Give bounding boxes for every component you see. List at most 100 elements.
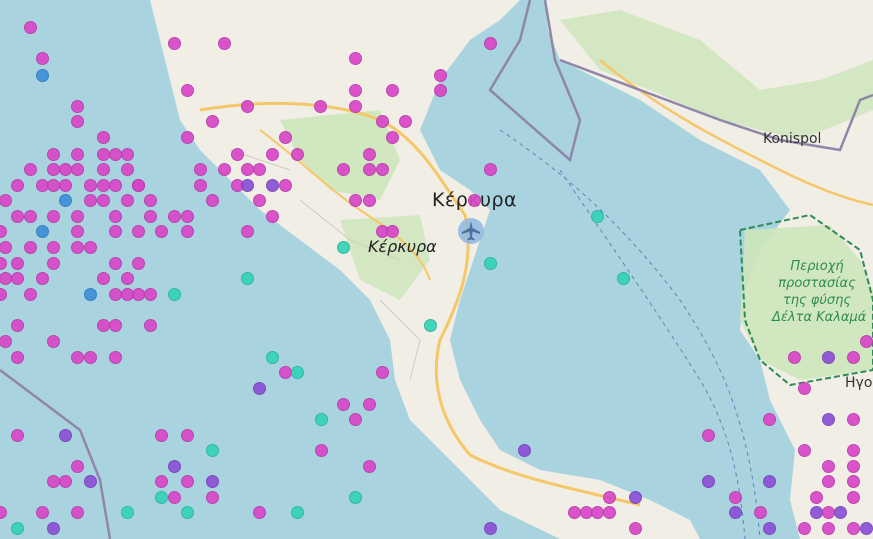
vessel-marker[interactable]	[253, 506, 266, 519]
vessel-marker[interactable]	[181, 429, 194, 442]
vessel-marker[interactable]	[206, 194, 219, 207]
vessel-marker[interactable]	[36, 225, 49, 238]
vessel-marker[interactable]	[11, 272, 24, 285]
vessel-marker[interactable]	[36, 506, 49, 519]
vessel-marker[interactable]	[24, 210, 37, 223]
vessel-marker[interactable]	[847, 460, 860, 473]
vessel-marker[interactable]	[349, 491, 362, 504]
vessel-marker[interactable]	[194, 163, 207, 176]
vessel-marker[interactable]	[11, 351, 24, 364]
vessel-marker[interactable]	[231, 148, 244, 161]
vessel-marker[interactable]	[363, 148, 376, 161]
vessel-marker[interactable]	[84, 288, 97, 301]
vessel-marker[interactable]	[822, 460, 835, 473]
vessel-marker[interactable]	[59, 429, 72, 442]
vessel-marker[interactable]	[71, 100, 84, 113]
vessel-marker[interactable]	[337, 398, 350, 411]
vessel-marker[interactable]	[132, 225, 145, 238]
vessel-marker[interactable]	[155, 491, 168, 504]
vessel-marker[interactable]	[847, 491, 860, 504]
vessel-marker[interactable]	[84, 179, 97, 192]
vessel-marker[interactable]	[84, 351, 97, 364]
vessel-marker[interactable]	[59, 179, 72, 192]
vessel-marker[interactable]	[168, 288, 181, 301]
vessel-marker[interactable]	[349, 84, 362, 97]
vessel-marker[interactable]	[315, 413, 328, 426]
vessel-marker[interactable]	[434, 84, 447, 97]
vessel-marker[interactable]	[181, 210, 194, 223]
vessel-marker[interactable]	[47, 335, 60, 348]
vessel-marker[interactable]	[121, 272, 134, 285]
vessel-marker[interactable]	[363, 398, 376, 411]
vessel-marker[interactable]	[386, 131, 399, 144]
vessel-marker[interactable]	[36, 69, 49, 82]
vessel-marker[interactable]	[84, 194, 97, 207]
vessel-marker[interactable]	[386, 84, 399, 97]
vessel-marker[interactable]	[109, 257, 122, 270]
vessel-marker[interactable]	[291, 366, 304, 379]
vessel-marker[interactable]	[97, 272, 110, 285]
vessel-marker[interactable]	[155, 429, 168, 442]
vessel-marker[interactable]	[181, 506, 194, 519]
vessel-marker[interactable]	[132, 179, 145, 192]
vessel-marker[interactable]	[702, 429, 715, 442]
vessel-marker[interactable]	[484, 37, 497, 50]
vessel-marker[interactable]	[11, 257, 24, 270]
vessel-marker[interactable]	[349, 100, 362, 113]
vessel-marker[interactable]	[822, 413, 835, 426]
vessel-marker[interactable]	[253, 163, 266, 176]
vessel-marker[interactable]	[798, 522, 811, 535]
vessel-marker[interactable]	[71, 163, 84, 176]
vessel-marker[interactable]	[822, 522, 835, 535]
vessel-marker[interactable]	[484, 163, 497, 176]
vessel-marker[interactable]	[241, 272, 254, 285]
vessel-marker[interactable]	[218, 37, 231, 50]
vessel-marker[interactable]	[376, 366, 389, 379]
vessel-marker[interactable]	[144, 194, 157, 207]
vessel-marker[interactable]	[168, 460, 181, 473]
vessel-marker[interactable]	[36, 272, 49, 285]
vessel-marker[interactable]	[109, 225, 122, 238]
vessel-marker[interactable]	[97, 131, 110, 144]
vessel-marker[interactable]	[763, 413, 776, 426]
vessel-marker[interactable]	[847, 475, 860, 488]
vessel-marker[interactable]	[24, 241, 37, 254]
vessel-marker[interactable]	[84, 241, 97, 254]
map-view[interactable]: Κέρκυρα Κέρκυρα Konispol Περιοχή προστασ…	[0, 0, 873, 539]
vessel-marker[interactable]	[763, 475, 776, 488]
vessel-marker[interactable]	[206, 475, 219, 488]
vessel-marker[interactable]	[363, 194, 376, 207]
vessel-marker[interactable]	[24, 21, 37, 34]
vessel-marker[interactable]	[206, 115, 219, 128]
vessel-marker[interactable]	[860, 522, 873, 535]
vessel-marker[interactable]	[629, 491, 642, 504]
vessel-marker[interactable]	[47, 210, 60, 223]
vessel-marker[interactable]	[788, 351, 801, 364]
vessel-marker[interactable]	[11, 522, 24, 535]
vessel-marker[interactable]	[484, 522, 497, 535]
vessel-marker[interactable]	[518, 444, 531, 457]
vessel-marker[interactable]	[279, 131, 292, 144]
vessel-marker[interactable]	[834, 506, 847, 519]
vessel-marker[interactable]	[603, 506, 616, 519]
vessel-marker[interactable]	[253, 382, 266, 395]
vessel-marker[interactable]	[349, 52, 362, 65]
vessel-marker[interactable]	[754, 506, 767, 519]
vessel-marker[interactable]	[241, 179, 254, 192]
vessel-marker[interactable]	[315, 444, 328, 457]
vessel-marker[interactable]	[349, 194, 362, 207]
vessel-marker[interactable]	[194, 179, 207, 192]
vessel-marker[interactable]	[266, 179, 279, 192]
vessel-marker[interactable]	[241, 100, 254, 113]
vessel-marker[interactable]	[729, 506, 742, 519]
vessel-marker[interactable]	[591, 210, 604, 223]
vessel-marker[interactable]	[702, 475, 715, 488]
vessel-marker[interactable]	[11, 319, 24, 332]
vessel-marker[interactable]	[121, 148, 134, 161]
vessel-marker[interactable]	[291, 506, 304, 519]
vessel-marker[interactable]	[349, 413, 362, 426]
vessel-marker[interactable]	[798, 444, 811, 457]
vessel-marker[interactable]	[337, 241, 350, 254]
vessel-marker[interactable]	[279, 179, 292, 192]
vessel-marker[interactable]	[847, 413, 860, 426]
